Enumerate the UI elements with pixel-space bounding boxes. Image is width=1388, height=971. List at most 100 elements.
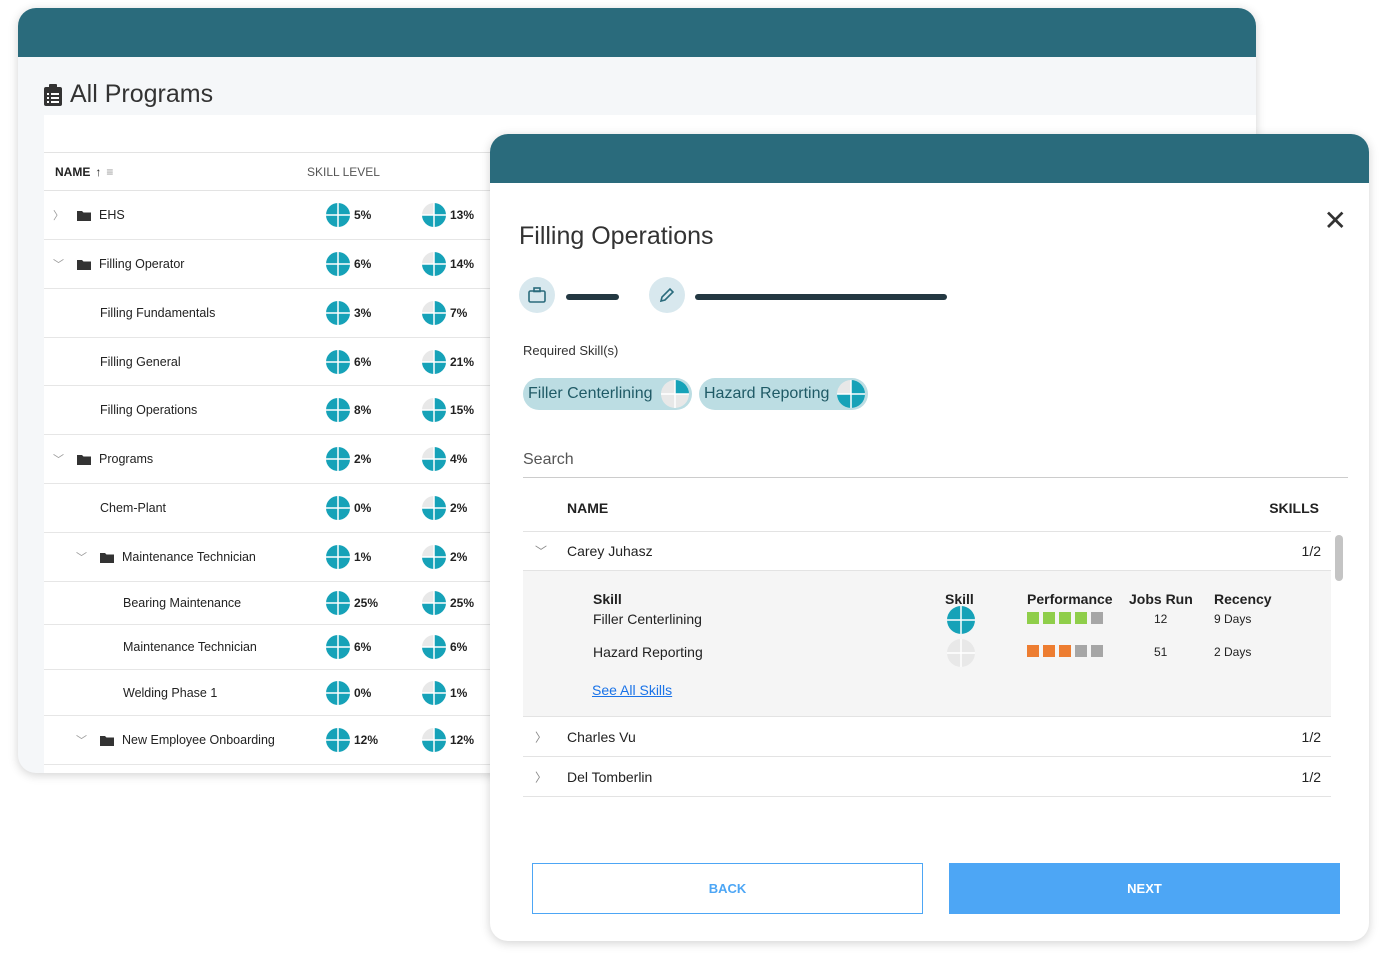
briefcase-icon	[519, 277, 555, 313]
performance-block	[1075, 645, 1087, 657]
folder-icon	[77, 454, 91, 465]
close-icon[interactable]: ✕	[1324, 204, 1347, 237]
chevron-down-icon[interactable]: ﹀	[76, 732, 87, 748]
performance-block	[1059, 645, 1071, 657]
performance-header: Performance	[1027, 591, 1113, 607]
skill-pie-icon	[422, 447, 446, 471]
performance-block	[1043, 645, 1055, 657]
skill-pie-icon	[837, 380, 866, 408]
performance-block	[1043, 612, 1055, 624]
performance-block	[1075, 612, 1087, 624]
chevron-down-icon[interactable]: ﹀	[76, 549, 87, 565]
back-button[interactable]: BACK	[532, 863, 923, 914]
skills-count: 1/2	[1301, 768, 1321, 785]
skill-chip[interactable]: Filler Centerlining	[523, 378, 692, 410]
program-name: Filling General	[100, 354, 181, 369]
skill-percent: 4%	[450, 452, 468, 466]
chevron-down-icon[interactable]: ﹀	[53, 451, 64, 467]
program-name: Filling Fundamentals	[100, 306, 216, 320]
jobs-run: 51	[1154, 645, 1168, 659]
skill-pie-icon	[947, 606, 975, 634]
performance-block	[1027, 612, 1039, 624]
performance-block	[1091, 612, 1103, 624]
skill-percent: 1%	[450, 685, 468, 700]
name-header-label: NAME	[55, 165, 91, 179]
folder-icon	[77, 210, 91, 221]
skills-count: 1/2	[1301, 728, 1321, 745]
skill-pie-icon	[422, 398, 446, 422]
skill-pie-icon	[326, 203, 350, 227]
program-name: Filling Operator	[99, 257, 185, 271]
skill-pie-icon	[326, 680, 350, 705]
skill-pie-icon	[326, 591, 350, 615]
skill-level-header: SKILL LEVEL	[307, 165, 380, 179]
person-row[interactable]: 〉 Del Tomberlin 1/2	[523, 757, 1331, 797]
skill-percent: 13%	[450, 208, 475, 222]
skill-percent: 12%	[450, 733, 475, 747]
program-name: Welding Phase 1	[123, 685, 218, 700]
skill-percent: 12%	[354, 733, 379, 747]
program-name: Chem-Plant	[100, 501, 166, 515]
performance-block	[1027, 645, 1039, 657]
modal-header	[490, 134, 1369, 183]
skill-percent: 5%	[354, 208, 372, 222]
pencil-icon[interactable]	[649, 277, 685, 313]
modal-title: Filling Operations	[519, 222, 714, 250]
program-modal: ✕ Filling Operations Required Skill(s) F…	[490, 134, 1369, 941]
jobs-run: 12	[1154, 612, 1168, 626]
performance-block	[1059, 612, 1071, 624]
required-skills-label: Required Skill(s)	[523, 343, 619, 358]
skill-percent: 8%	[354, 403, 372, 417]
skill-header: Skill	[593, 591, 622, 607]
program-name: EHS	[99, 208, 125, 222]
skill-percent: 7%	[450, 306, 468, 320]
program-name: Filling Operations	[100, 403, 198, 417]
search-input[interactable]: Search	[523, 450, 1348, 478]
skill-pie-icon	[326, 496, 350, 520]
skills-column-header: SKILLS	[1269, 500, 1319, 516]
skill-pie-icon	[422, 728, 446, 752]
folder-icon	[100, 735, 114, 746]
skill-pie-icon	[326, 447, 350, 471]
performance-meter	[1027, 612, 1103, 624]
skills-count: 1/2	[1301, 543, 1321, 559]
name-column-header[interactable]: NAME ↑ ≡	[55, 165, 113, 179]
skill-pie-icon	[422, 496, 446, 520]
skill-chip[interactable]: Hazard Reporting	[699, 378, 869, 410]
skill-percent: 15%	[450, 403, 475, 417]
person-row[interactable]: 〉 Charles Vu 1/2	[523, 717, 1331, 757]
program-name: Maintenance Technician	[123, 640, 257, 654]
chevron-down-icon[interactable]: ﹀	[535, 543, 547, 560]
sort-asc-icon[interactable]: ↑	[95, 165, 101, 179]
skill-pie-icon	[422, 349, 446, 374]
skill-percent: 2%	[354, 452, 372, 466]
chevron-right-icon[interactable]: 〉	[535, 728, 547, 745]
next-button[interactable]: NEXT	[949, 863, 1340, 914]
skill-name: Filler Centerlining	[593, 611, 702, 627]
skill-pie-icon	[326, 728, 350, 752]
skill-pie-icon	[947, 639, 975, 667]
chevron-right-icon[interactable]: 〉	[535, 768, 547, 785]
person-row[interactable]: ﹀ Carey Juhasz 1/2	[523, 531, 1331, 571]
window-header	[18, 8, 1256, 57]
skill-level-header: Skill	[945, 591, 974, 607]
skill-percent: 6%	[354, 640, 372, 654]
program-name: New Employee Onboarding	[122, 733, 275, 747]
skill-pie-icon	[326, 252, 350, 276]
chevron-down-icon[interactable]: ﹀	[53, 256, 64, 272]
performance-meter	[1027, 645, 1103, 657]
name-column-header: NAME	[567, 500, 609, 516]
skill-percent: 1%	[354, 550, 372, 564]
filter-icon[interactable]: ≡	[106, 165, 113, 179]
skill-percent: 6%	[354, 354, 372, 369]
folder-icon	[100, 552, 114, 563]
performance-block	[1091, 645, 1103, 657]
recency-header: Recency	[1214, 591, 1272, 607]
skill-percent: 2%	[450, 501, 468, 515]
see-all-skills-link[interactable]: See All Skills	[592, 682, 672, 698]
skill-pie-icon	[422, 203, 446, 227]
program-name: Programs	[99, 452, 154, 466]
skill-percent: 2%	[450, 550, 468, 564]
scrollbar[interactable]	[1335, 535, 1343, 581]
chevron-right-icon[interactable]: 〉	[53, 207, 64, 223]
